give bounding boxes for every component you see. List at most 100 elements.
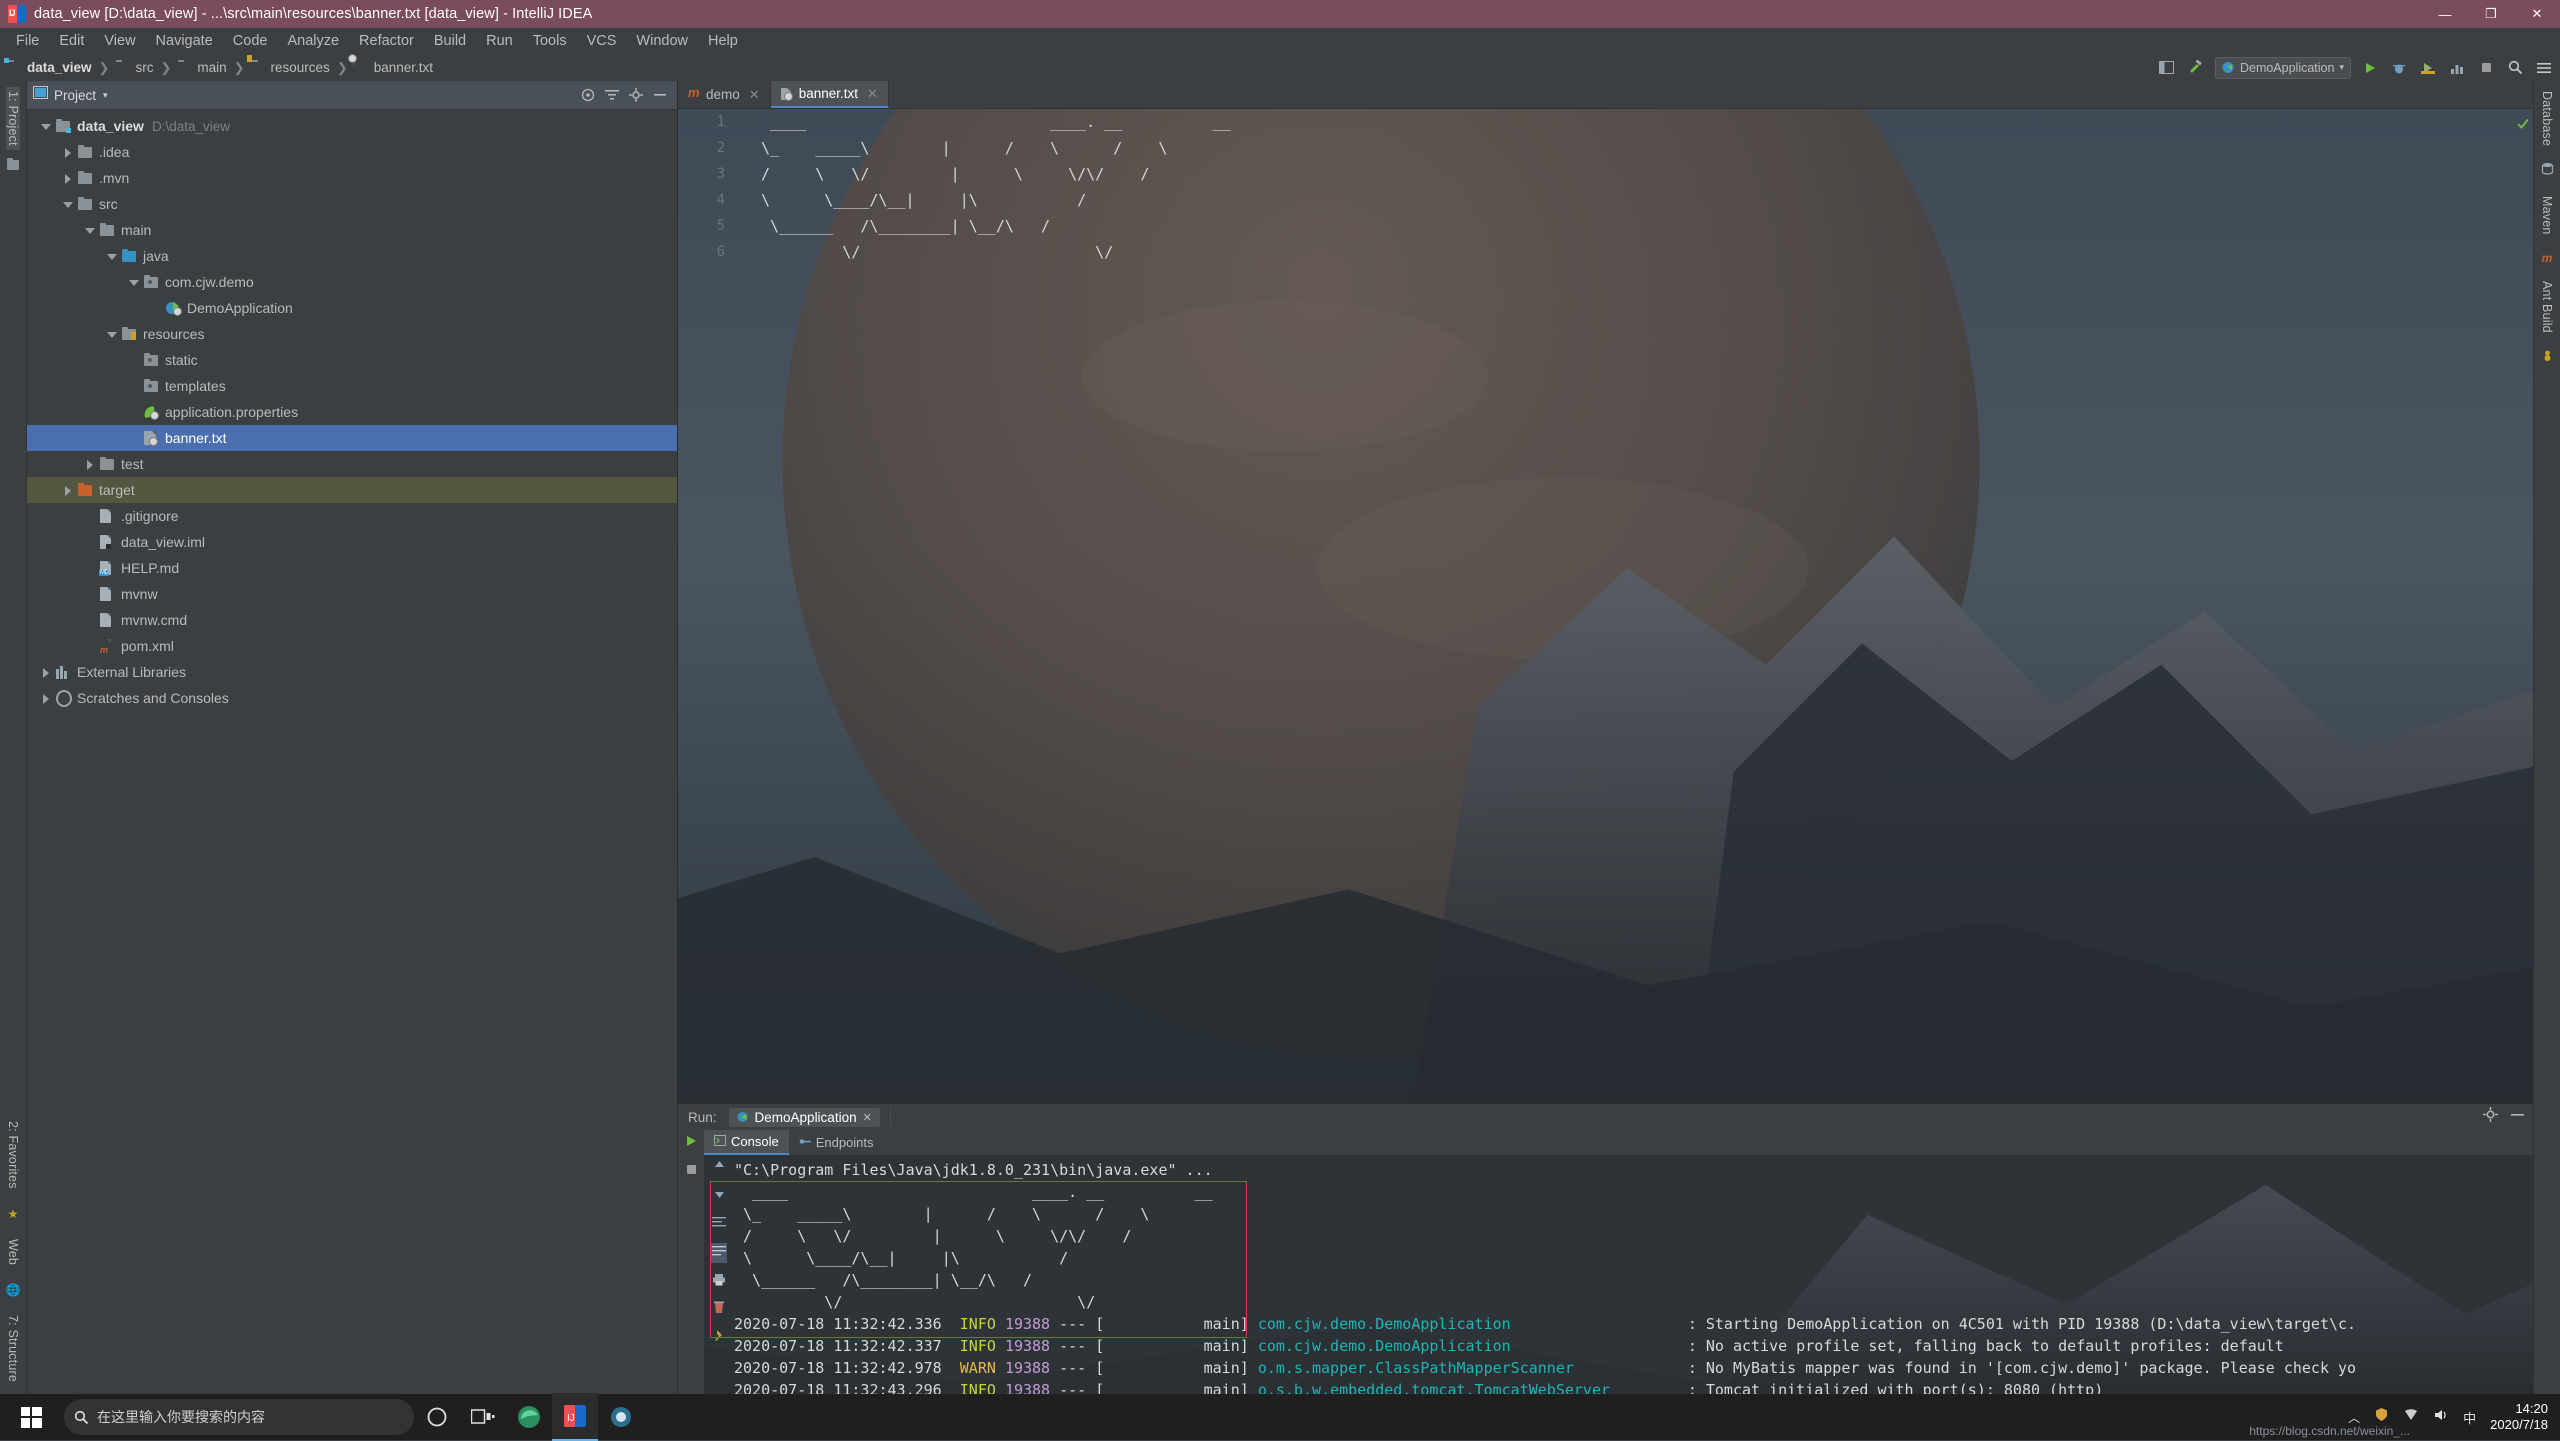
tray-chevron-icon[interactable]: ︿ [2348, 1409, 2360, 1426]
chevron-right-icon[interactable] [63, 485, 74, 496]
tree-item-scratches-and-consoles[interactable]: Scratches and Consoles [27, 685, 677, 711]
tree-item-java[interactable]: java [27, 243, 677, 269]
web-globe-icon[interactable]: 🌐 [6, 1283, 21, 1297]
target-icon[interactable] [577, 84, 599, 106]
editor-tab-demo[interactable]: demo ✕ [678, 81, 771, 108]
menu-item-edit[interactable]: Edit [49, 31, 94, 51]
tree-item-mvnw-cmd[interactable]: mvnw.cmd [27, 607, 677, 633]
chevron-down-icon[interactable] [85, 225, 96, 236]
close-button[interactable]: ✕ [2514, 0, 2560, 28]
pin-icon[interactable] [712, 1329, 726, 1348]
print-icon[interactable] [712, 1273, 726, 1291]
favorites-star-icon[interactable]: ★ [8, 1207, 19, 1221]
chevron-down-icon[interactable] [41, 121, 52, 132]
chevron-down-icon[interactable] [63, 199, 74, 210]
chevron-down-icon[interactable]: ▾ [2339, 62, 2344, 73]
clear-all-icon[interactable] [712, 1301, 726, 1319]
menu-icon[interactable] [2534, 58, 2554, 78]
tree-item-src[interactable]: src [27, 191, 677, 217]
tree-item-com-cjw-demo[interactable]: com.cjw.demo [27, 269, 677, 295]
menu-item-navigate[interactable]: Navigate [146, 31, 223, 51]
sidebar-item-structure[interactable]: 7: Structure [6, 1311, 20, 1386]
tree-item--gitignore[interactable]: .gitignore [27, 503, 677, 529]
close-icon[interactable]: ✕ [749, 87, 760, 103]
breadcrumb-item-main[interactable]: main [178, 60, 226, 75]
menu-item-tools[interactable]: Tools [523, 31, 577, 51]
menu-item-help[interactable]: Help [698, 31, 748, 51]
menu-item-vcs[interactable]: VCS [577, 31, 627, 51]
tree-item-data-view[interactable]: data_view D:\data_view [27, 113, 677, 139]
breadcrumb-item-data-view[interactable]: data_view [8, 60, 92, 75]
console-output[interactable]: "C:\Program Files\Java\jdk1.8.0_231\bin\… [704, 1155, 2533, 1394]
soft-wrap-icon[interactable] [712, 1215, 726, 1233]
minimize-button[interactable]: — [2422, 0, 2468, 28]
editor-tab-banner-txt[interactable]: banner.txt ✕ [770, 81, 889, 108]
breadcrumb-item-banner-txt[interactable]: banner.txt [347, 53, 433, 75]
run-configuration-tab[interactable]: DemoApplication ✕ [728, 1107, 880, 1127]
taskbar-search-input[interactable]: 在这里输入你要搜索的内容 [64, 1399, 414, 1435]
chevron-down-icon[interactable] [129, 277, 140, 288]
menu-item-code[interactable]: Code [223, 31, 278, 51]
tree-item-data-view-iml[interactable]: data_view.iml [27, 529, 677, 555]
close-icon[interactable]: ✕ [867, 86, 878, 102]
tree-item-target[interactable]: target [27, 477, 677, 503]
chevron-right-icon[interactable] [63, 173, 74, 184]
search-icon[interactable] [2505, 58, 2525, 78]
sidebar-item-web[interactable]: Web [6, 1235, 20, 1269]
cortana-icon[interactable] [414, 1394, 460, 1440]
profiler-icon[interactable] [2447, 58, 2467, 78]
stop-icon[interactable] [685, 1163, 698, 1181]
intellij-idea-icon[interactable]: IJ [552, 1393, 598, 1441]
gear-icon[interactable] [625, 84, 647, 106]
layout-icon[interactable] [2157, 58, 2177, 78]
tree-item-demoapplication[interactable]: DemoApplication [27, 295, 677, 321]
close-icon[interactable]: ✕ [863, 1111, 872, 1124]
ime-icon[interactable]: 中 [2463, 1408, 2476, 1427]
scroll-up-icon[interactable] [713, 1159, 726, 1177]
console-tab-endpoints[interactable]: Endpoints [789, 1130, 884, 1155]
app-icon[interactable] [598, 1394, 644, 1440]
rerun-icon[interactable] [684, 1134, 698, 1153]
sidebar-item-maven[interactable]: Maven [2540, 196, 2554, 235]
tree-item-mvnw[interactable]: mvnw [27, 581, 677, 607]
inspection-status-icon[interactable] [2517, 117, 2529, 129]
tree-item-static[interactable]: static [27, 347, 677, 373]
hammer-icon[interactable] [2186, 58, 2206, 78]
maximize-button[interactable]: ❐ [2468, 0, 2514, 28]
volume-icon[interactable] [2433, 1408, 2449, 1427]
tree-item-main[interactable]: main [27, 217, 677, 243]
tree-item-templates[interactable]: templates [27, 373, 677, 399]
chevron-right-icon[interactable] [41, 667, 52, 678]
menu-item-analyze[interactable]: Analyze [277, 31, 349, 51]
menu-item-file[interactable]: File [6, 31, 49, 51]
maven-icon[interactable]: m [2542, 251, 2553, 265]
chevron-right-icon[interactable] [41, 693, 52, 704]
windows-start-icon[interactable] [0, 1394, 62, 1440]
chevron-down-icon[interactable]: ▾ [103, 90, 108, 101]
sidebar-item-database[interactable]: Database [2540, 91, 2554, 146]
tree-item-application-properties[interactable]: application.properties [27, 399, 677, 425]
edge-icon[interactable] [506, 1394, 552, 1440]
sidebar-item-favorites[interactable]: 2: Favorites [6, 1117, 20, 1193]
chevron-down-icon[interactable] [107, 329, 118, 340]
breadcrumb-item-resources[interactable]: resources [252, 60, 330, 75]
chevron-right-icon[interactable] [85, 459, 96, 470]
run-configuration-selector[interactable]: DemoApplication ▾ [2214, 56, 2351, 79]
scroll-down-icon[interactable] [713, 1187, 726, 1205]
console-tab-console[interactable]: Console [704, 1130, 789, 1155]
sidebar-item-ant-build[interactable]: Ant Build [2540, 281, 2554, 333]
tree-item-pom-xml[interactable]: pom.xml [27, 633, 677, 659]
menu-item-run[interactable]: Run [476, 31, 523, 51]
gear-icon[interactable] [2483, 1107, 2498, 1127]
taskbar-clock[interactable]: 14:20 2020/7/18 [2490, 1401, 2548, 1433]
database-icon[interactable] [2541, 162, 2554, 180]
editor-code-area[interactable]: ____ ____. __ __ \_ _____\ | / \ / \ / \… [734, 109, 2533, 1103]
tree-item-resources[interactable]: resources [27, 321, 677, 347]
task-view-icon[interactable] [460, 1394, 506, 1440]
coverage-icon[interactable] [2418, 58, 2438, 78]
minimize-icon[interactable] [2510, 1108, 2525, 1126]
stop-icon[interactable] [2476, 58, 2496, 78]
menu-item-refactor[interactable]: Refactor [349, 31, 424, 51]
chevron-right-icon[interactable] [63, 147, 74, 158]
ant-icon[interactable] [2541, 349, 2554, 367]
